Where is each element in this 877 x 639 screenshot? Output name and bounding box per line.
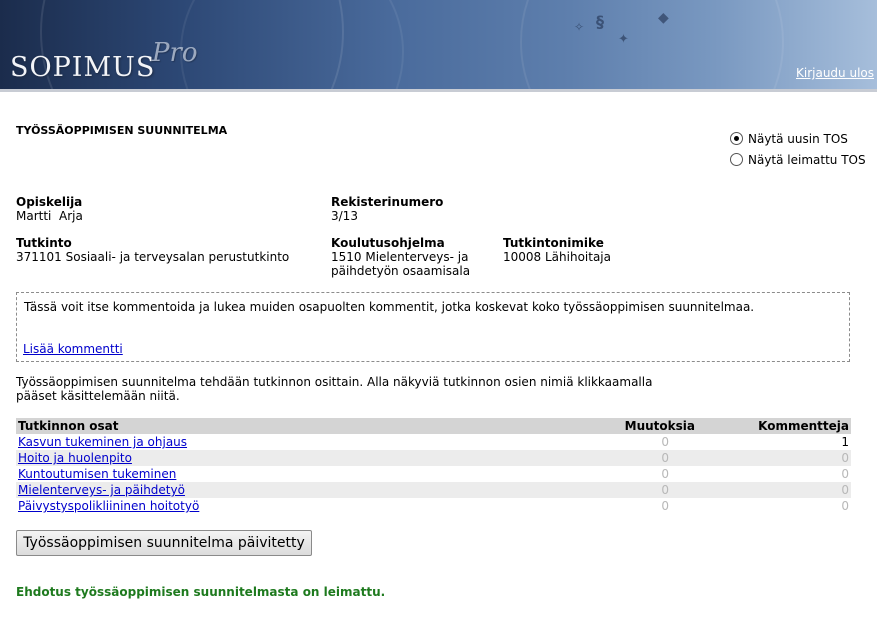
view-latest-label: Näytä uusin TOS [748,131,848,146]
comment-box: Tässä voit itse kommentoida ja lukea mui… [16,292,850,362]
comments-count: 0 [697,450,851,466]
table-row: Kasvun tukeminen ja ohjaus 0 1 [16,434,851,450]
logout-link[interactable]: Kirjaudu ulos [796,66,874,80]
table-row: Mielenterveys- ja päihdetyö 0 0 [16,482,851,498]
view-latest-option[interactable]: Näytä uusin TOS [730,128,866,149]
comments-count: 0 [841,467,849,481]
register-field: Rekisterinumero 3/13 [331,195,443,223]
add-comment-link[interactable]: Lisää kommentti [23,342,123,356]
intro-line-2: pääset käsittelemään niitä. [16,389,180,403]
part-link[interactable]: Hoito ja huolenpito [18,451,132,465]
degree-parts-table: Tutkinnon osat Muutoksia Kommentteja Kas… [16,418,851,514]
table-row: Päivystyspolikliininen hoitotyö 0 0 [16,498,851,514]
student-label: Opiskelija [16,195,83,209]
changes-count: 0 [607,482,697,498]
radio-button[interactable] [730,153,743,166]
comment-info-text: Tässä voit itse kommentoida ja lukea mui… [24,300,755,314]
header-parts: Tutkinnon osat [16,418,607,434]
page-title: TYÖSSÄOPPIMISEN SUUNNITELMA [16,124,228,137]
header-comments: Kommentteja [697,418,851,434]
intro-text: Työssäoppimisen suunnitelma tehdään tutk… [16,375,656,403]
program-label: Koulutusohjelma [331,236,445,250]
header-decoration-glyph: ✧ [574,20,585,34]
header-decoration [520,0,784,89]
radio-button-selected[interactable] [730,132,743,145]
degree-title-value: 10008 Lähihoitaja [503,250,611,264]
student-field: Opiskelija Martti Arja [16,195,83,223]
part-link[interactable]: Kuntoutumisen tukeminen [18,467,176,481]
changes-count: 0 [661,467,669,481]
part-link[interactable]: Päivystyspolikliininen hoitotyö [18,499,199,513]
part-link[interactable]: Mielenterveys- ja päihdetyö [18,483,185,497]
view-stamped-label: Näytä leimattu TOS [748,152,866,167]
table-row: Kuntoutumisen tukeminen 0 0 [16,466,851,482]
program-field: Koulutusohjelma 1510 Mielenterveys- ja p… [331,236,470,278]
degree-value: 371101 Sosiaali- ja terveysalan perustut… [16,250,290,264]
comments-count: 0 [697,482,851,498]
degree-label: Tutkinto [16,236,72,250]
header-decoration-glyph: ◆ [658,10,669,26]
logo-text: SOPIMUS [10,52,156,83]
table-header-row: Tutkinnon osat Muutoksia Kommentteja [16,418,851,434]
program-value-line2: päihdetyön osaamisala [331,264,471,278]
header-decoration [180,0,404,89]
view-options: Näytä uusin TOS Näytä leimattu TOS [730,128,866,170]
table-row: Hoito ja huolenpito 0 0 [16,450,851,466]
app-header: § ✦ ✧ ◆ SOPIMUS Pro Kirjaudu ulos [0,0,877,89]
program-value-line1: 1510 Mielenterveys- ja [331,250,469,264]
register-label: Rekisterinumero [331,195,444,209]
student-value: Martti Arja [16,209,83,223]
header-changes: Muutoksia [607,418,697,434]
comments-count: 1 [841,435,849,449]
intro-line-1: Työssäoppimisen suunnitelma tehdään tutk… [16,375,653,389]
part-link[interactable]: Kasvun tukeminen ja ohjaus [18,435,187,449]
degree-title-field: Tutkintonimike 10008 Lähihoitaja [503,236,611,264]
logo-pro-text: Pro [152,38,198,68]
plan-updated-button[interactable]: Työssäoppimisen suunnitelma päivitetty [16,530,312,556]
changes-count: 0 [661,435,669,449]
header-decoration-glyph: § [596,12,604,31]
degree-field: Tutkinto 371101 Sosiaali- ja terveysalan… [16,236,289,264]
degree-title-label: Tutkintonimike [503,236,604,250]
header-decoration-glyph: ✦ [618,32,629,47]
view-stamped-option[interactable]: Näytä leimattu TOS [730,149,866,170]
status-message: Ehdotus työssäoppimisen suunnitelmasta o… [16,585,386,599]
changes-count: 0 [661,499,669,513]
register-value: 3/13 [331,209,358,223]
comments-count: 0 [841,499,849,513]
changes-count: 0 [607,450,697,466]
header-divider [0,89,877,92]
